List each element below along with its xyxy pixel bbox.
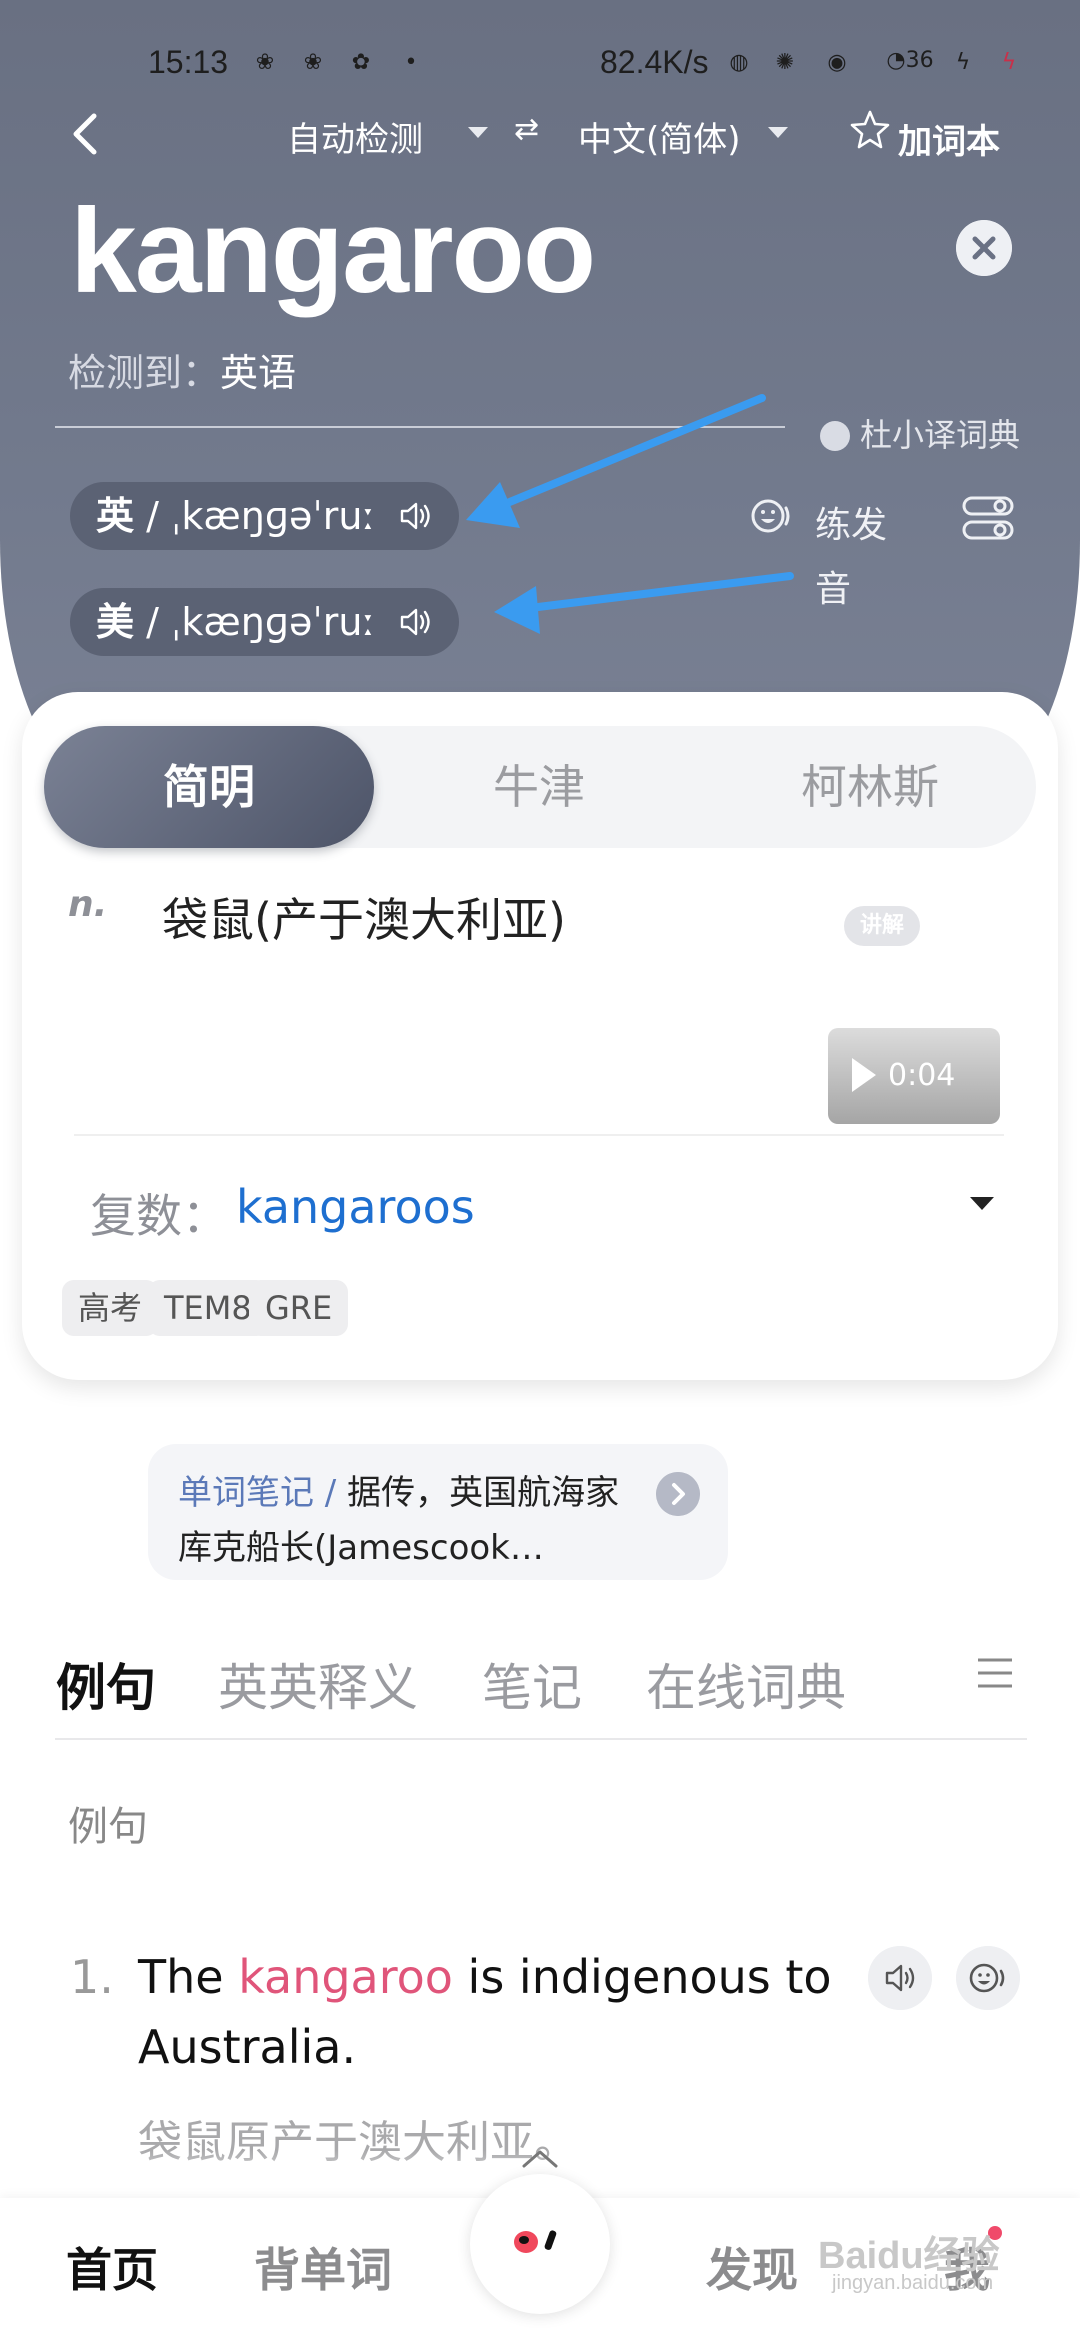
video-duration: 0:04 [888,1058,956,1093]
phonetic-text: ˌkæŋɡəˈruː [170,600,376,644]
dictionary-source-label: 杜小译词典 [860,416,1021,454]
battery-level: 36 [905,48,934,73]
source-language-select[interactable]: 自动检测 [287,112,423,161]
exam-tag: 高考 [62,1280,159,1336]
pronunciation-separator: / [134,494,171,538]
target-language-select[interactable]: 中文(简体) [578,112,741,161]
explain-button[interactable]: 讲解 [844,906,920,946]
notification-icon: ❀ [303,50,323,75]
divider [55,1738,1027,1740]
assistant-button[interactable] [470,2150,610,2314]
play-icon [852,1058,876,1092]
pronunciation-tag: 英 [96,494,135,538]
pronunciation-uk[interactable]: 英 / ˌkæŋɡəˈruː [70,482,460,550]
examples-heading: 例句 [68,1804,148,1850]
chevron-down-icon[interactable] [768,127,788,138]
notification-icon: ✿ [351,50,371,75]
detected-value: 英语 [220,351,297,395]
example-highlight: kangaroo [238,1950,453,2004]
display-settings-icon[interactable] [960,490,1016,546]
chevron-down-icon[interactable] [970,1197,994,1210]
dictionary-tabs: 简明 牛津 柯林斯 [44,726,1036,848]
watermark: Baidu经验 [818,2235,1000,2277]
swap-languages-icon[interactable]: ⇄ [514,112,539,147]
power-icon: ϟ [1001,50,1017,75]
status-bar: 15:13 ❀ ❀ ✿ • 82.4K/s ◍ ✺ ◉ ◔36 ϟ ϟ [0,40,1080,92]
word-note-label: 单词笔记 / [178,1473,348,1513]
plural-link[interactable]: kangaroos [236,1180,475,1234]
practice-pronunciation-icon[interactable] [956,1946,1020,2010]
pronunciation-separator: / [134,600,171,644]
menu-icon[interactable] [976,1656,1014,1690]
mascot-icon [492,2196,588,2292]
mascot-icon [820,421,850,451]
tab-notes[interactable]: 笔记 [482,1648,582,1720]
video-explanation-button[interactable]: 0:04 [828,1028,1000,1124]
wifi-icon: ◍ [729,50,749,75]
chevron-right-icon[interactable] [656,1472,700,1516]
tab-collins[interactable]: 柯林斯 [704,726,1036,848]
back-icon[interactable] [60,104,110,164]
word-note-card[interactable]: 单词笔记 / 据传，英国航海家库克船长(Jamescook… [148,1444,728,1580]
tab-online-dictionary[interactable]: 在线词典 [646,1648,846,1720]
clear-icon[interactable] [956,220,1012,276]
hd-signal-icon: ✺ [775,50,795,75]
nav-home[interactable]: 首页 [66,2234,158,2300]
chevron-down-icon[interactable] [468,127,488,138]
divider [55,426,785,428]
top-nav: 自动检测 ⇄ 中文(简体) 加词本 [0,100,1080,170]
example-sentence: The kangaroo is indigenous to Australia. [138,1942,858,2082]
tab-examples[interactable]: 例句 [56,1648,156,1720]
charging-icon: ϟ [955,50,971,75]
chevron-up-icon[interactable] [520,2146,560,2170]
add-to-vocab-button[interactable]: 加词本 [898,114,1000,163]
definition-card: 简明 牛津 柯林斯 n. 袋鼠(产于澳大利亚) 讲解 0:04 复数： kang… [22,692,1058,1380]
speaker-icon[interactable] [397,604,433,640]
pronunciation-us[interactable]: 美 / ˌkæŋɡəˈruː [70,588,460,656]
tab-english-definitions[interactable]: 英英释义 [218,1648,418,1720]
nav-vocabulary[interactable]: 背单词 [254,2234,392,2300]
more-notifications-icon: • [404,50,418,75]
signal-icon: ◉ [827,50,847,75]
status-time: 15:13 [148,44,229,80]
part-of-speech: n. [68,884,108,925]
phonetic-text: ˌkæŋɡəˈruː [170,494,376,538]
definition-text: 袋鼠(产于澳大利亚) [162,893,566,947]
practice-pronunciation-icon[interactable] [748,492,796,540]
word-note-text: 单词笔记 / 据传，英国航海家库克船长(Jamescook… [178,1466,648,1576]
notification-icon: ❀ [255,50,275,75]
pronunciation-tag: 美 [96,600,135,644]
star-icon[interactable] [848,108,892,152]
tab-oxford[interactable]: 牛津 [374,726,704,848]
speaker-icon[interactable] [397,498,433,534]
search-word: kangaroo [70,184,596,318]
divider [74,1134,1004,1136]
speaker-icon[interactable] [868,1946,932,2010]
practice-pronunciation-button[interactable]: 练发音 [815,494,895,622]
dictionary-source: 杜小译词典 [820,410,1020,456]
exam-tag: GRE [249,1280,349,1336]
plural-label: 复数： [90,1189,228,1243]
detected-label: 检测到： [68,351,221,395]
nav-discover[interactable]: 发现 [706,2234,798,2300]
detected-language: 检测到：英语 [68,342,296,397]
tab-concise[interactable]: 简明 [44,726,374,848]
watermark-url: jingyan.baidu.com [832,2272,994,2294]
network-speed: 82.4K/s [600,44,709,80]
example-number: 1. [70,1950,114,2004]
example-text: The [138,1950,239,2004]
battery-icon: ◔36 [886,48,934,73]
